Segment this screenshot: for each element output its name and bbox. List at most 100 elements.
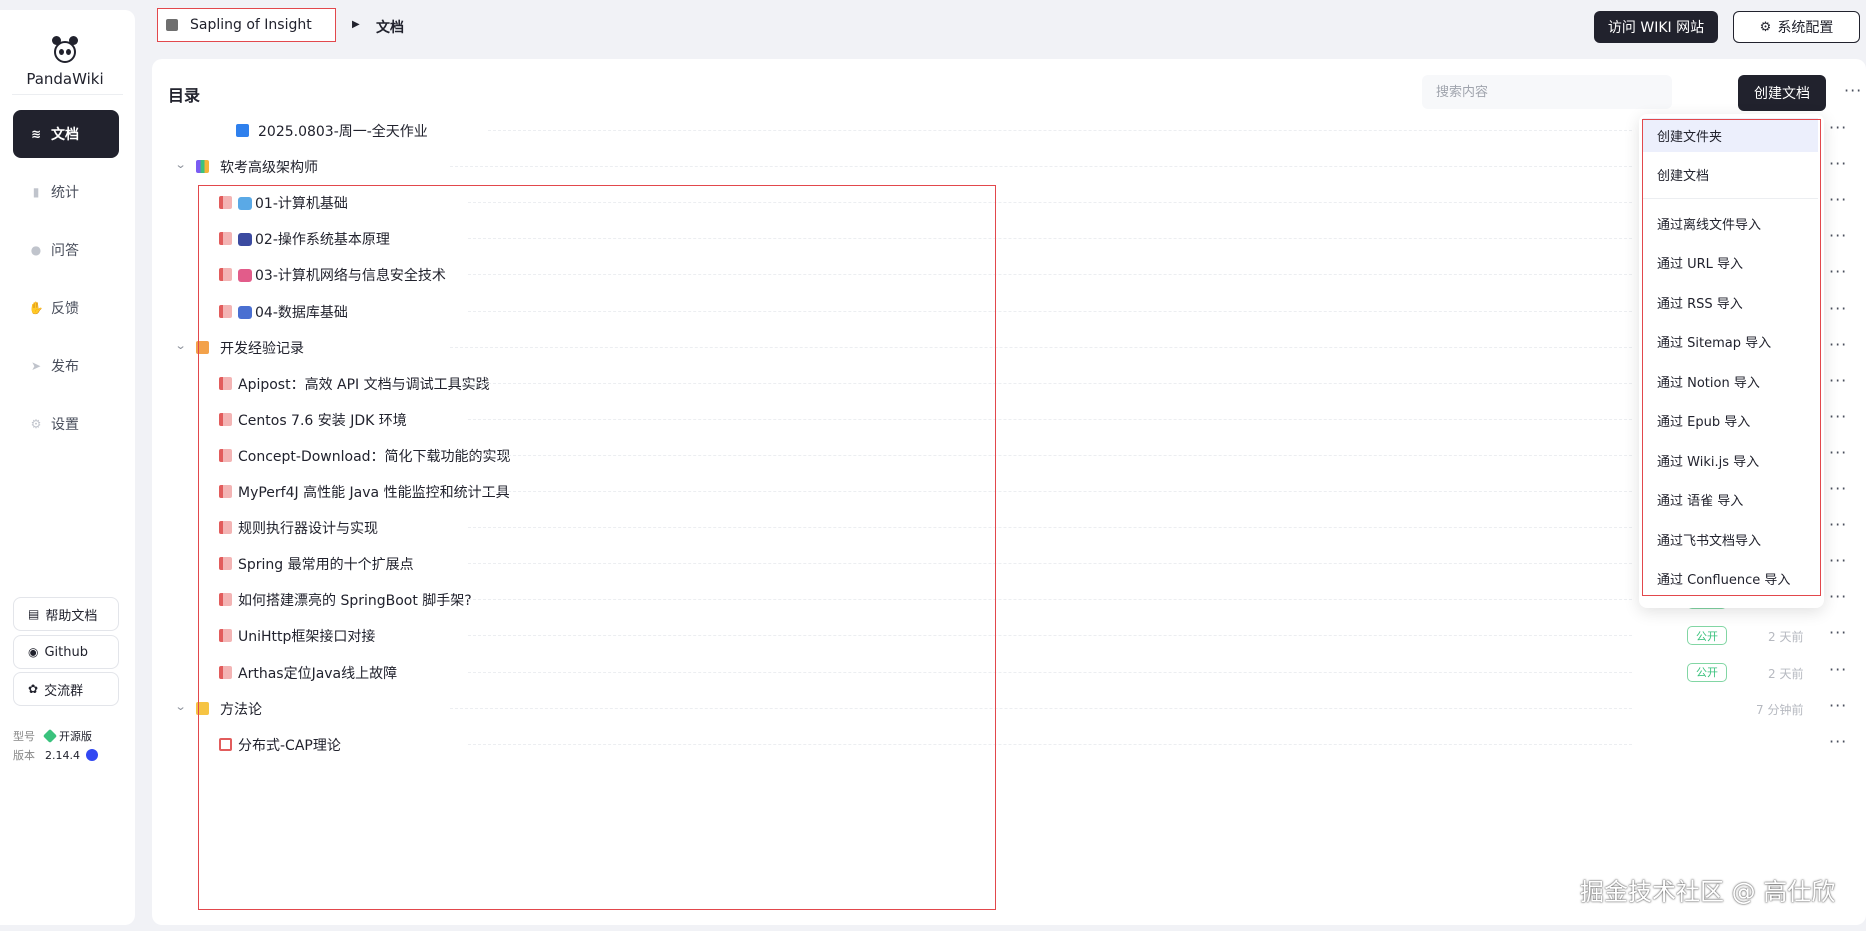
menu-item-5[interactable]: 通过 Sitemap 导入 (1643, 325, 1818, 359)
menu-item-7[interactable]: 通过 Epub 导入 (1643, 404, 1818, 438)
row-more-icon[interactable]: ··· (1829, 587, 1847, 606)
row-more-icon[interactable]: ··· (1829, 623, 1847, 642)
document-note-icon (219, 629, 232, 643)
tree-doc-row[interactable]: 04-数据库基础 ··· (152, 293, 1866, 329)
menu-item-8[interactable]: 通过 Wiki.js 导入 (1643, 443, 1818, 477)
tree-item-label[interactable]: 03-计算机网络与信息安全技术 (238, 265, 446, 285)
tree-item-label[interactable]: UniHttp框架接口对接 (238, 626, 375, 646)
menu-item-0[interactable]: 创建文件夹 (1643, 118, 1818, 152)
row-guide-line (468, 418, 1632, 420)
row-more-icon[interactable]: ··· (1829, 407, 1847, 426)
tree-item-label[interactable]: 开发经验记录 (220, 338, 304, 358)
chevron-down-icon[interactable]: ⌄ (175, 158, 187, 171)
tree-item-label[interactable]: Concept-Download：简化下载功能的实现 (238, 446, 511, 466)
row-guide-line (488, 130, 1632, 131)
menu-item-3[interactable]: 通过 URL 导入 (1643, 246, 1818, 280)
tree-doc-row[interactable]: 01-计算机基础 ··· (152, 184, 1866, 220)
tree-item-label[interactable]: 02-操作系统基本原理 (238, 229, 390, 249)
updated-time: 7 分钟前 (1756, 702, 1804, 717)
tree-doc-row[interactable]: 规则执行器设计与实现公开2 天前··· (152, 509, 1866, 545)
row-guide-line (468, 527, 1632, 529)
menu-item-11[interactable]: 通过 Confluence 导入 (1643, 562, 1818, 596)
tree-item-label[interactable]: 软考高级架构师 (220, 157, 318, 177)
chevron-down-icon[interactable]: ⌄ (175, 339, 187, 352)
tree-doc-row[interactable]: Apipost：高效 API 文档与调试工具实践 ··· (152, 365, 1866, 401)
breadcrumb-current: 文档 (376, 20, 404, 36)
tree-doc-row[interactable]: Centos 7.6 安装 JDK 环境 ··· (152, 401, 1866, 437)
visit-wiki-button[interactable]: 访问 WIKI 网站 (1594, 11, 1718, 43)
document-note-icon (219, 521, 232, 535)
row-more-icon[interactable]: ··· (1829, 660, 1847, 679)
row-more-icon[interactable]: ··· (1829, 371, 1847, 390)
row-more-icon[interactable]: ··· (1829, 226, 1847, 245)
menu-item-2[interactable]: 通过离线文件导入 (1643, 206, 1818, 240)
tree-item-label[interactable]: 分布式-CAP理论 (238, 735, 341, 755)
sidebar-item-2[interactable]: ● 问答 (13, 226, 119, 274)
sidebar-item-3[interactable]: ✋ 反馈 (13, 284, 119, 332)
globe-icon (238, 197, 252, 211)
row-more-icon[interactable]: ··· (1829, 335, 1847, 354)
row-guide-line (468, 274, 1632, 276)
row-more-icon[interactable]: ··· (1829, 515, 1847, 534)
tree-folder-row[interactable]: ⌄ 方法论 7 分钟前 ··· (152, 690, 1866, 726)
tree-doc-row[interactable]: Concept-Download：简化下载功能的实现 ··· (152, 437, 1866, 473)
tree-doc-row[interactable]: UniHttp框架接口对接 公开 2 天前 ··· (152, 617, 1866, 653)
help-docs-button[interactable]: ▤ 帮助文档 (13, 597, 119, 631)
document-icon: ▤ (28, 607, 40, 621)
row-more-icon[interactable]: ··· (1829, 732, 1847, 751)
tree-doc-row[interactable]: MyPerf4J 高性能 Java 性能监控和统计工具 ··· (152, 473, 1866, 509)
row-more-icon[interactable]: ··· (1829, 443, 1847, 462)
tree-item-text: Apipost：高效 API 文档与调试工具实践 (238, 376, 490, 393)
tree-doc-row[interactable]: 02-操作系统基本原理 ··· (152, 220, 1866, 256)
menu-item-10[interactable]: 通过飞书文档导入 (1643, 522, 1818, 556)
tree-item-label[interactable]: 01-计算机基础 (238, 193, 348, 213)
updated-time: 2 天前 (1768, 630, 1804, 645)
tree-item-label[interactable]: Apipost：高效 API 文档与调试工具实践 (238, 374, 490, 394)
sidebar-item-4[interactable]: ➤ 发布 (13, 342, 119, 390)
menu-item-4[interactable]: 通过 RSS 导入 (1643, 285, 1818, 319)
version-info: 版本 2.14.4 (13, 747, 98, 763)
sidebar-item-5[interactable]: ⚙ 设置 (13, 400, 119, 448)
menu-item-1[interactable]: 创建文档 (1643, 158, 1818, 192)
github-button[interactable]: ◉ Github (13, 635, 119, 669)
tree-item-label[interactable]: 如何搭建漂亮的 SpringBoot 脚手架? (238, 590, 472, 610)
system-config-button[interactable]: ⚙ 系统配置 (1733, 11, 1860, 43)
tree-doc-row[interactable]: 03-计算机网络与信息安全技术 ··· (152, 256, 1866, 292)
row-more-icon[interactable]: ··· (1829, 696, 1847, 715)
create-doc-button[interactable]: 创建文档 (1738, 75, 1826, 111)
row-more-icon[interactable]: ··· (1829, 118, 1847, 137)
tree-doc-row[interactable]: Arthas定位Java线上故障 公开 2 天前 ··· (152, 654, 1866, 690)
tree-doc-row[interactable]: Spring 最常用的十个扩展点公开2 天前··· (152, 545, 1866, 581)
row-more-icon[interactable]: ··· (1829, 190, 1847, 209)
row-more-icon[interactable]: ··· (1829, 299, 1847, 318)
tree-doc-row[interactable]: 分布式-CAP理论 ··· (152, 726, 1866, 762)
tree-item-label[interactable]: Centos 7.6 安装 JDK 环境 (238, 410, 407, 430)
document-note-icon (219, 268, 232, 282)
tree-item-label[interactable]: MyPerf4J 高性能 Java 性能监控和统计工具 (238, 482, 510, 502)
sidebar-item-0[interactable]: ≋ 文档 (13, 110, 119, 158)
document-note-icon (219, 376, 232, 390)
row-more-icon[interactable]: ··· (1829, 479, 1847, 498)
tree-folder-row[interactable]: ⌄ 开发经验记录 ··· (152, 329, 1866, 365)
chevron-down-icon[interactable]: ⌄ (175, 700, 187, 713)
tree-item-label[interactable]: 2025.0803-周一-全天作业 (258, 121, 428, 141)
community-button[interactable]: ✿ 交流群 (13, 672, 119, 706)
tree-item-label[interactable]: 方法论 (220, 699, 262, 719)
row-more-icon[interactable]: ··· (1829, 551, 1847, 570)
tree-item-label[interactable]: Spring 最常用的十个扩展点 (238, 554, 414, 574)
more-actions-icon[interactable]: ··· (1844, 81, 1862, 100)
row-more-icon[interactable]: ··· (1829, 262, 1847, 281)
row-more-icon[interactable]: ··· (1829, 154, 1847, 173)
tree-item-label[interactable]: Arthas定位Java线上故障 (238, 663, 397, 683)
tree-item-label[interactable]: 04-数据库基础 (238, 302, 348, 322)
sidebar-item-1[interactable]: ▮ 统计 (13, 168, 119, 216)
menu-item-9[interactable]: 通过 语雀 导入 (1643, 483, 1818, 517)
logo[interactable]: PandaWiki (0, 24, 130, 88)
search-input[interactable] (1422, 75, 1672, 109)
knowledge-base-selector[interactable]: Sapling of Insight (157, 8, 336, 42)
tree-folder-row[interactable]: ⌄ 软考高级架构师 ··· (152, 148, 1866, 184)
tree-doc-row[interactable]: 2025.0803-周一-全天作业 ··· (152, 112, 1866, 148)
menu-item-6[interactable]: 通过 Notion 导入 (1643, 364, 1818, 398)
tree-doc-row[interactable]: 如何搭建漂亮的 SpringBoot 脚手架?公开2 天前··· (152, 581, 1866, 617)
tree-item-label[interactable]: 规则执行器设计与实现 (238, 518, 378, 538)
